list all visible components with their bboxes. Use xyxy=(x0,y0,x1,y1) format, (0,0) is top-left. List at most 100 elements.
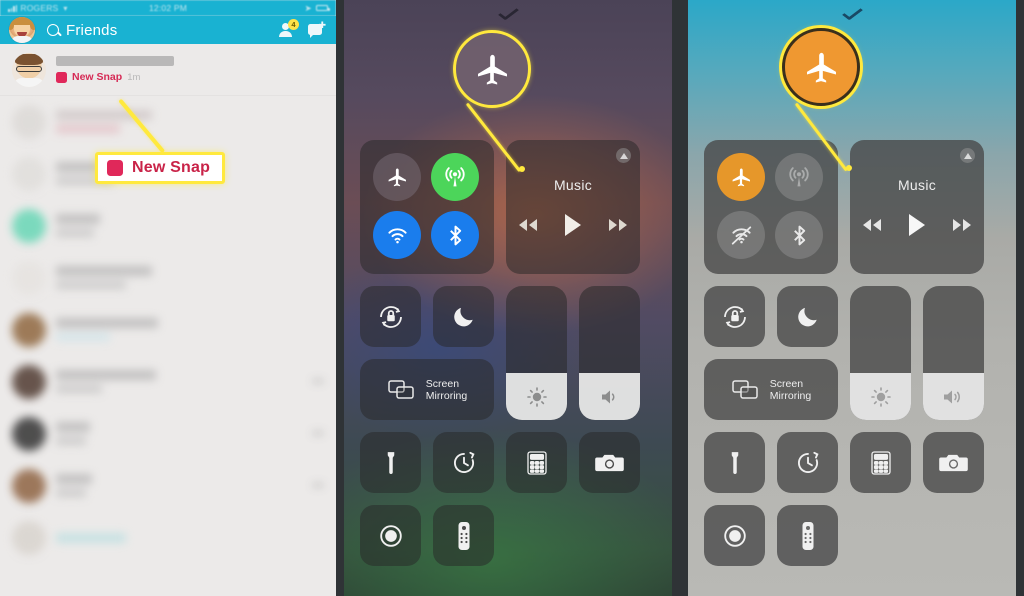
wifi-toggle[interactable] xyxy=(373,211,421,259)
timer-button[interactable] xyxy=(433,432,494,493)
list-item[interactable] xyxy=(0,96,336,148)
wifi-toggle[interactable] xyxy=(717,211,765,259)
volume-slider[interactable] xyxy=(579,286,640,420)
new-snap-label: New Snap xyxy=(72,71,123,83)
brightness-slider-fill xyxy=(850,373,911,420)
screen-mirroring-label: Screen Mirroring xyxy=(426,378,467,402)
cellular-data-toggle[interactable] xyxy=(775,153,823,201)
screen-mirroring-toggle[interactable]: Screen Mirroring xyxy=(360,359,494,420)
cellular-data-toggle[interactable] xyxy=(431,153,479,201)
airplane-icon xyxy=(732,168,750,187)
bluetooth-icon xyxy=(449,225,461,245)
connectivity-module[interactable] xyxy=(360,140,494,274)
music-title: Music xyxy=(553,177,593,193)
avatar xyxy=(12,520,46,555)
device-frame-right xyxy=(1016,0,1024,596)
screen-mirroring-toggle[interactable]: Screen Mirroring xyxy=(704,359,838,420)
next-track-button[interactable] xyxy=(608,218,628,232)
list-item[interactable]: ●● xyxy=(0,460,336,512)
avatar xyxy=(12,208,46,243)
calculator-button[interactable] xyxy=(506,432,567,493)
callout-airplane-after xyxy=(782,28,860,172)
friends-list[interactable]: New Snap 1m ●● ●● ●● xyxy=(0,44,336,596)
new-snap-chip-icon xyxy=(56,71,67,83)
next-track-button[interactable] xyxy=(952,218,972,232)
flashlight-toggle[interactable] xyxy=(704,432,765,493)
apple-tv-remote-button[interactable] xyxy=(777,505,838,566)
music-module[interactable]: Music xyxy=(506,140,640,274)
flashlight-toggle[interactable] xyxy=(360,432,421,493)
avatar xyxy=(12,104,46,139)
previous-track-button[interactable] xyxy=(518,218,538,232)
calculator-button[interactable] xyxy=(850,432,911,493)
screen-recording-toggle[interactable] xyxy=(360,505,421,566)
airplay-icon[interactable] xyxy=(960,148,975,163)
airplay-icon[interactable] xyxy=(616,148,631,163)
new-chat-icon[interactable]: ✚ xyxy=(308,20,326,38)
chevron-down-icon[interactable] xyxy=(336,4,680,21)
search-icon xyxy=(47,24,59,36)
list-item[interactable] xyxy=(0,200,336,252)
brightness-slider[interactable] xyxy=(506,286,567,420)
device-frame-left xyxy=(336,0,344,596)
screen-mirroring-label: Screen Mirroring xyxy=(770,378,811,402)
cc-row-apps xyxy=(360,432,656,493)
timer-button[interactable] xyxy=(777,432,838,493)
rotation-lock-toggle[interactable] xyxy=(360,286,421,347)
screen-mirroring-icon xyxy=(732,379,758,399)
contact-name-redacted xyxy=(56,56,174,66)
annotation-new-snap: New Snap xyxy=(95,152,226,184)
camera-icon xyxy=(938,454,968,471)
moon-icon xyxy=(797,307,817,326)
airplane-icon xyxy=(388,168,406,187)
record-icon xyxy=(723,524,746,547)
list-item[interactable] xyxy=(0,252,336,304)
search-input[interactable]: Friends xyxy=(47,22,117,39)
chevron-down-icon[interactable] xyxy=(680,4,1024,21)
list-item[interactable]: ●● xyxy=(0,408,336,460)
snapchat-header: Friends 4 ✚ xyxy=(0,16,336,44)
list-item[interactable] xyxy=(0,304,336,356)
cellular-icon xyxy=(789,167,809,187)
music-module[interactable]: Music xyxy=(850,140,984,274)
callout-anchor-dot xyxy=(846,165,852,171)
play-icon xyxy=(565,214,581,236)
add-friend-icon[interactable]: 4 xyxy=(279,19,299,38)
cc-row-top: Music xyxy=(360,140,656,274)
bluetooth-toggle[interactable] xyxy=(775,211,823,259)
callout-circle xyxy=(782,28,860,106)
connectivity-module[interactable] xyxy=(704,140,838,274)
do-not-disturb-toggle[interactable] xyxy=(777,286,838,347)
cc-row-extras xyxy=(704,505,1000,566)
music-controls xyxy=(518,213,628,237)
avatar xyxy=(12,156,46,191)
volume-slider[interactable] xyxy=(923,286,984,420)
brightness-slider-fill xyxy=(506,373,567,420)
play-icon xyxy=(909,214,925,236)
rotation-lock-icon xyxy=(723,305,746,328)
screen-recording-toggle[interactable] xyxy=(704,505,765,566)
volume-icon xyxy=(601,390,614,404)
airplane-mode-toggle[interactable] xyxy=(373,153,421,201)
airplane-mode-toggle[interactable] xyxy=(717,153,765,201)
previous-track-button[interactable] xyxy=(862,218,882,232)
new-snap-chip-icon xyxy=(107,160,123,176)
control-center-grid: Music Screen Mirroring xyxy=(360,140,656,578)
list-item[interactable]: New Snap 1m xyxy=(0,44,336,96)
avatar[interactable] xyxy=(9,17,35,43)
play-button[interactable] xyxy=(562,213,584,237)
rotation-lock-toggle[interactable] xyxy=(704,286,765,347)
list-item[interactable]: ●● xyxy=(0,356,336,408)
control-center-before-panel: Music Screen Mirroring xyxy=(336,0,680,596)
camera-button[interactable] xyxy=(923,432,984,493)
control-center-grid: Music Screen Mirroring xyxy=(704,140,1000,578)
play-button[interactable] xyxy=(906,213,928,237)
screenshot-stage: ROGERS ▾ 12:02 PM ➤ Friends 4 ✚ New Snap… xyxy=(0,0,1024,596)
apple-tv-remote-button[interactable] xyxy=(433,505,494,566)
cc-left-column: Screen Mirroring xyxy=(704,286,838,420)
camera-button[interactable] xyxy=(579,432,640,493)
brightness-slider[interactable] xyxy=(850,286,911,420)
bluetooth-toggle[interactable] xyxy=(431,211,479,259)
list-item[interactable] xyxy=(0,512,336,564)
do-not-disturb-toggle[interactable] xyxy=(433,286,494,347)
